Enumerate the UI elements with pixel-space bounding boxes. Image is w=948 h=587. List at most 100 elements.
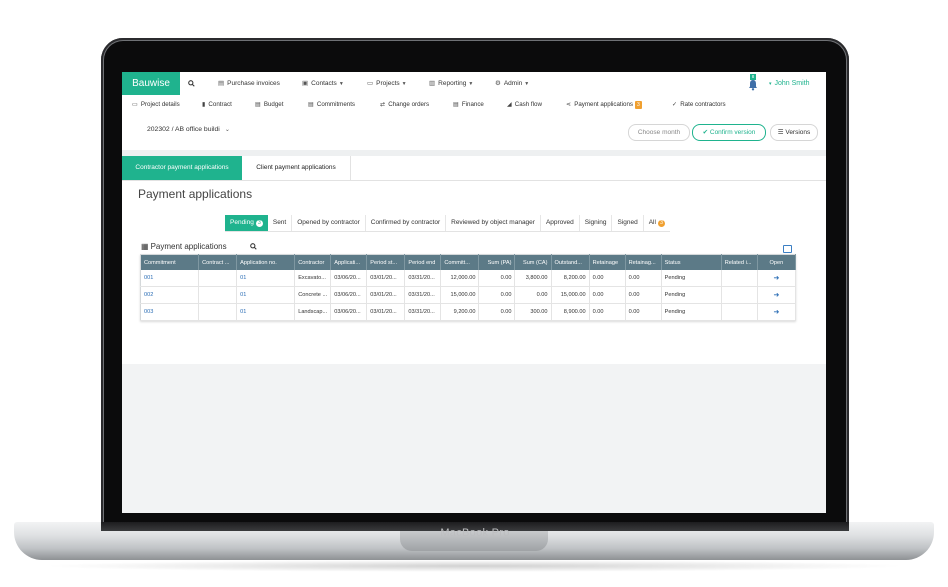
filter-signing[interactable]: Signing [579, 215, 613, 231]
tab-contractor-payment-applications[interactable]: Contractor payment applications [122, 156, 242, 180]
column-header[interactable]: Contractor [294, 254, 332, 270]
column-header[interactable]: Period st... [366, 254, 406, 270]
project-selector[interactable]: 202302 / AB office buildi ⌄ [147, 126, 230, 133]
table-cell: 12,000.00 [440, 270, 480, 287]
subnav-payment-applications[interactable]: ⋖ Payment applications 3 [566, 95, 642, 115]
table-cell: 03/31/20... [404, 270, 442, 287]
subnav-budget[interactable]: ▤ Budget [255, 95, 283, 115]
column-chooser-icon[interactable] [783, 245, 792, 253]
table-cell: 3,800.00 [514, 270, 552, 287]
choose-month-button[interactable]: Choose month [628, 124, 690, 141]
search-icon [250, 243, 257, 250]
commitment-link[interactable]: 001 [140, 270, 200, 287]
contacts-icon: ▣ [302, 80, 309, 87]
column-header[interactable]: Contract ... [198, 254, 238, 270]
filter-all[interactable]: All 3 [643, 215, 670, 231]
nav-projects[interactable]: ▭ Projects ▼ [367, 72, 407, 95]
main-tabs: Contractor payment applications Client p… [122, 156, 826, 181]
chevron-down-icon: ▼ [338, 81, 344, 87]
table-cell [198, 270, 238, 287]
table-cell: 0.00 [589, 303, 626, 321]
open-arrow-icon[interactable]: ➜ [757, 286, 797, 304]
subnav-finance[interactable]: ▤ Finance [453, 95, 484, 115]
column-header[interactable]: Commitment [140, 254, 200, 270]
column-header[interactable]: Sum (PA) [478, 254, 516, 270]
app-logo[interactable]: Bauwise [122, 72, 180, 95]
subnav-contract[interactable]: ▮ Contract [202, 95, 232, 115]
filter-pending[interactable]: Pending 3 [225, 215, 268, 231]
table-cell: 15,000.00 [551, 286, 590, 304]
filter-approved[interactable]: Approved [540, 215, 580, 231]
nav-contacts[interactable]: ▣ Contacts ▼ [302, 72, 344, 95]
status-filter-tabs: Pending 3 Sent Opened by contractor Confi… [225, 215, 670, 232]
monitor-icon: ▭ [132, 101, 138, 108]
user-menu[interactable]: ▾ John Smith [767, 72, 810, 95]
table-cell: 03/01/20... [366, 286, 406, 304]
table-row[interactable]: 003 01 Landscap... 03/06/20... 03/01/20.… [140, 303, 797, 321]
document-icon: ▤ [218, 80, 225, 87]
table-row[interactable]: 002 01 Concrete ... 03/06/20... 03/01/20… [140, 286, 797, 304]
confirm-version-button[interactable]: ✔ Confirm version [692, 124, 766, 141]
column-header[interactable]: Retainag... [625, 254, 662, 270]
subnav-commitments[interactable]: ▤ Commitments [308, 95, 355, 115]
column-header[interactable]: Status [661, 254, 722, 270]
table-cell [198, 286, 238, 304]
nav-admin[interactable]: ⚙ Admin ▼ [495, 72, 529, 95]
grid-icon: ▦ [141, 242, 149, 251]
search-button[interactable] [188, 72, 195, 95]
table-row[interactable]: 001 01 Excavato... 03/06/20... 03/01/20.… [140, 270, 797, 287]
payment-applications-badge: 3 [635, 101, 642, 109]
application-no-link[interactable]: 01 [236, 270, 296, 287]
column-header[interactable]: Retainage [589, 254, 626, 270]
filter-sent[interactable]: Sent [267, 215, 293, 231]
grid-search-button[interactable] [250, 243, 257, 252]
table-cell: 8,200.00 [551, 270, 590, 287]
subnav-cash-flow[interactable]: ◢ Cash flow [507, 95, 542, 115]
subnav-change-orders[interactable]: ⇄ Change orders [380, 95, 429, 115]
commitment-link[interactable]: 002 [140, 286, 200, 304]
top-navigation: Bauwise ▤ Purchase invoices ▣ Contacts ▼ ▭ P… [122, 72, 826, 96]
column-header[interactable]: Sum (CA) [514, 254, 552, 270]
tab-client-payment-applications[interactable]: Client payment applications [242, 156, 351, 180]
table-cell: 0.00 [478, 303, 516, 321]
nav-reporting[interactable]: ▥ Reporting ▼ [429, 72, 473, 95]
table-cell [721, 270, 758, 287]
table-cell [721, 303, 758, 321]
filter-reviewed-by-object-manager[interactable]: Reviewed by object manager [446, 215, 541, 231]
share-icon: ⋖ [566, 101, 572, 108]
subnav-rate-contractors[interactable]: ✓ Rate contractors [672, 95, 726, 115]
filter-opened-by-contractor[interactable]: Opened by contractor [292, 215, 366, 231]
payment-applications-table: Commitment Contract ... Application no. … [140, 254, 797, 321]
filter-signed[interactable]: Signed [612, 215, 644, 231]
application-no-link[interactable]: 01 [236, 303, 296, 321]
column-header[interactable]: Committ... [440, 254, 480, 270]
subnav-project-details[interactable]: ▭ Project details [132, 95, 180, 115]
thumbs-up-icon: ✓ [672, 101, 678, 108]
column-header[interactable]: Related i... [721, 254, 758, 270]
open-arrow-icon[interactable]: ➜ [757, 270, 797, 287]
status-cell: Pending [661, 303, 722, 321]
column-header[interactable]: Application no. [236, 254, 296, 270]
bar-chart-icon: ▥ [429, 80, 436, 87]
filter-confirmed-by-contractor[interactable]: Confirmed by contractor [365, 215, 447, 231]
commitment-link[interactable]: 003 [140, 303, 200, 321]
table-cell: 0.00 [478, 270, 516, 287]
table-cell: 300.00 [514, 303, 552, 321]
table-cell: 03/06/20... [330, 270, 368, 287]
table-cell: 0.00 [589, 286, 626, 304]
column-header[interactable]: Applicati... [330, 254, 368, 270]
nav-purchase-invoices[interactable]: ▤ Purchase invoices [218, 72, 280, 95]
project-sub-navigation: ▭ Project details ▮ Contract ▤ Budget ▤ Comm… [122, 95, 826, 115]
column-header[interactable]: Period end [404, 254, 442, 270]
table-cell: Landscap... [294, 303, 332, 321]
table-cell: Concrete ... [294, 286, 332, 304]
folder-icon: ▭ [367, 80, 374, 87]
table-cell: 0.00 [478, 286, 516, 304]
page-title: Payment applications [138, 187, 253, 201]
versions-button[interactable]: ☰ Versions [770, 124, 818, 141]
column-header[interactable]: Outstand... [551, 254, 590, 270]
open-arrow-icon[interactable]: ➜ [757, 303, 797, 321]
application-no-link[interactable]: 01 [236, 286, 296, 304]
column-header[interactable]: Open [757, 254, 797, 270]
notification-badge: 8 [750, 74, 756, 80]
